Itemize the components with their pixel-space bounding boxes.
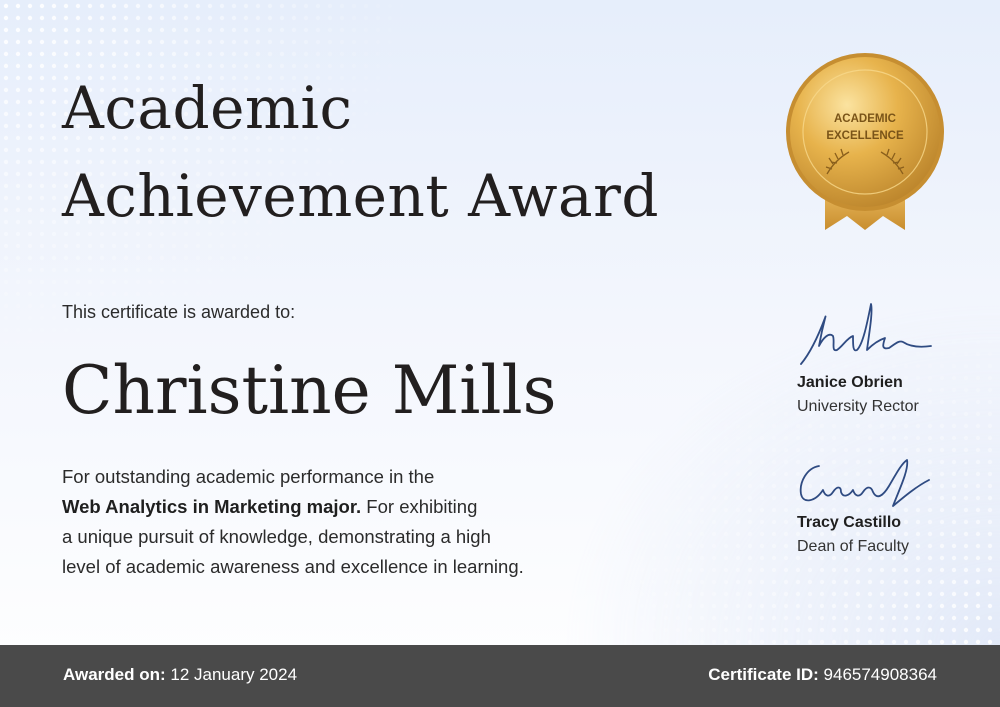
- academic-excellence-medal: ACADEMIC EXCELLENCE: [786, 53, 944, 230]
- signatory-name: Tracy Castillo: [797, 514, 902, 531]
- awarded-to-label: This certificate is awarded to:: [62, 302, 296, 322]
- signatory-rector: Janice Obrien University Rector: [797, 294, 937, 420]
- medal-text-line-1: ACADEMIC: [834, 113, 896, 125]
- certificate-id: Certificate ID: 946574908364: [708, 665, 937, 685]
- certificate-id-label: Certificate ID:: [708, 665, 819, 684]
- certificate-id-value: 946574908364: [818, 665, 937, 684]
- signatory-role: University Rector: [797, 398, 919, 415]
- signatory-dean: Tracy Castillo Dean of Faculty: [797, 456, 937, 560]
- certificate: Academic Achievement Award ACADEMIC EXCE…: [0, 0, 1000, 707]
- title-line-2: Achievement Award: [62, 162, 659, 230]
- medal-text-line-2: EXCELLENCE: [826, 130, 904, 142]
- description-line-2: For exhibiting: [361, 496, 478, 517]
- signature-janice-obrien: [800, 303, 932, 365]
- signatory-name: Janice Obrien: [797, 374, 903, 391]
- major-name: Web Analytics in Marketing major.: [62, 496, 362, 517]
- certificate-footer: Awarded on: 12 January 2024 Certificate …: [0, 645, 1000, 707]
- recipient-name: Christine Mills: [62, 352, 557, 429]
- awarded-on: Awarded on: 12 January 2024: [63, 665, 297, 685]
- title-line-1: Academic: [62, 74, 353, 142]
- certificate-title: Academic Achievement Award: [62, 64, 762, 240]
- description-line-1: For outstanding academic performance in …: [62, 466, 435, 487]
- award-description: For outstanding academic performance in …: [62, 462, 652, 582]
- awarded-on-date: 12 January 2024: [165, 665, 298, 684]
- signature-tracy-castillo: [799, 459, 930, 507]
- awarded-on-label: Awarded on:: [63, 665, 166, 684]
- description-line-4: level of academic awareness and excellen…: [62, 556, 524, 577]
- description-line-3: a unique pursuit of knowledge, demonstra…: [62, 526, 491, 547]
- signatory-role: Dean of Faculty: [797, 538, 910, 555]
